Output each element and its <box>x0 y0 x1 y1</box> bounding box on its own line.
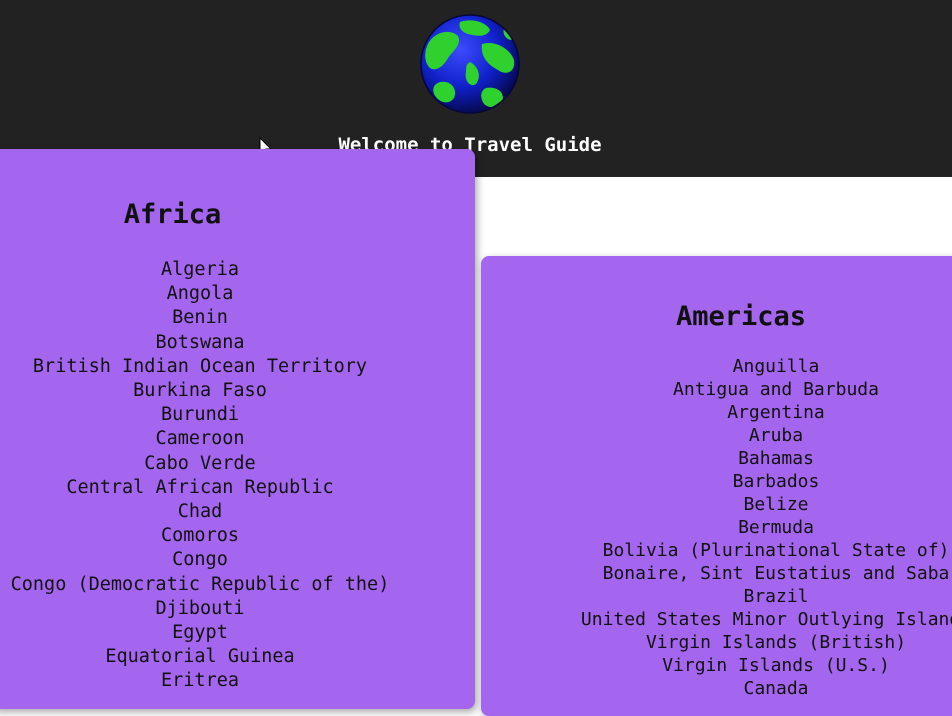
country-item[interactable]: Bonaire, Sint Eustatius and Saba <box>481 562 952 585</box>
country-item[interactable]: Virgin Islands (British) <box>481 631 952 654</box>
country-item[interactable]: Comoros <box>0 524 410 548</box>
country-item[interactable]: Chad <box>0 500 410 524</box>
region-title-americas: Americas <box>675 301 807 332</box>
country-item[interactable]: Equatorial Guinea <box>0 645 410 669</box>
country-item[interactable]: Bolivia (Plurinational State of) <box>481 539 952 562</box>
country-item[interactable]: Aruba <box>481 424 952 447</box>
region-title-africa: Africa <box>123 199 222 230</box>
country-item[interactable]: Eritrea <box>0 669 410 693</box>
region-card-americas: Americas Anguilla Antigua and Barbuda Ar… <box>481 256 952 716</box>
country-list-americas: Anguilla Antigua and Barbuda Argentina A… <box>481 355 952 700</box>
country-item[interactable]: Bahamas <box>481 447 952 470</box>
country-item[interactable]: Egypt <box>0 621 410 645</box>
country-item[interactable]: Central African Republic <box>0 476 410 500</box>
country-list-africa: Algeria Angola Benin Botswana British In… <box>0 258 410 694</box>
country-item[interactable]: Benin <box>0 306 410 330</box>
region-card-africa: Africa Algeria Angola Benin Botswana Bri… <box>0 149 475 709</box>
country-item[interactable]: Cameroon <box>0 427 410 451</box>
country-item[interactable]: Brazil <box>481 585 952 608</box>
country-item[interactable]: Canada <box>481 677 952 700</box>
country-item[interactable]: Angola <box>0 282 410 306</box>
country-item[interactable]: Burkina Faso <box>0 379 410 403</box>
country-item[interactable]: Belize <box>481 493 952 516</box>
country-item[interactable]: Cabo Verde <box>0 452 410 476</box>
globe-icon <box>420 14 520 114</box>
country-item[interactable]: Virgin Islands (U.S.) <box>481 654 952 677</box>
country-item[interactable]: Bermuda <box>481 516 952 539</box>
country-item[interactable]: Botswana <box>0 331 410 355</box>
country-item[interactable]: Burundi <box>0 403 410 427</box>
country-item[interactable]: Antigua and Barbuda <box>481 378 952 401</box>
country-item[interactable]: Algeria <box>0 258 410 282</box>
country-item[interactable]: United States Minor Outlying Islands <box>481 608 952 631</box>
country-item[interactable]: Congo (Democratic Republic of the) <box>0 573 410 597</box>
country-item[interactable]: Anguilla <box>481 355 952 378</box>
country-item[interactable]: British Indian Ocean Territory <box>0 355 410 379</box>
country-item[interactable]: Argentina <box>481 401 952 424</box>
country-item[interactable]: Djibouti <box>0 597 410 621</box>
country-item[interactable]: Barbados <box>481 470 952 493</box>
country-item[interactable]: Congo <box>0 548 410 572</box>
